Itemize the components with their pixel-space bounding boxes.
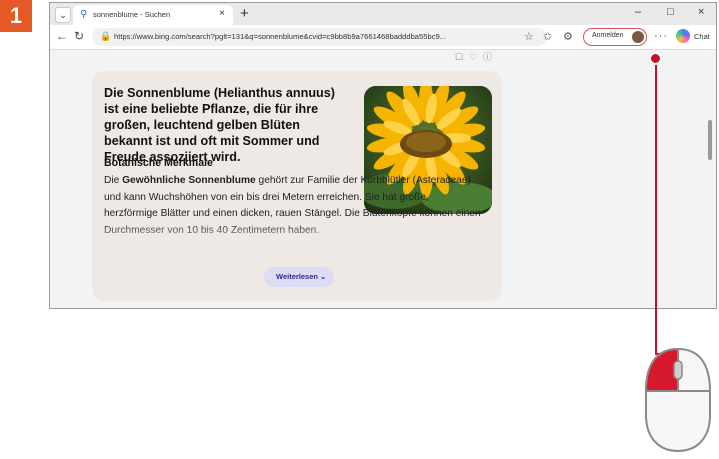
maximize-button[interactable]: □ — [667, 6, 674, 18]
avatar — [632, 31, 644, 43]
page-content: ☐♡ⓘ Die Sonnenblume (Helianthus annuus) … — [50, 50, 716, 308]
back-arrow-icon[interactable]: ← — [56, 29, 68, 43]
answer-card: Die Sonnenblume (Helianthus annuus) ist … — [92, 71, 502, 301]
card-headline: Die Sonnenblume (Helianthus annuus) ist … — [104, 86, 335, 164]
tab-bar: ⌄ ⚲ sonnenblume - Suchen × + – □ × — [50, 3, 716, 25]
scrollbar[interactable] — [708, 120, 712, 160]
section-title: Botanische Merkmale — [104, 157, 213, 169]
url-field[interactable]: 🔒 https://www.bing.com/search?pglt=131&q… — [92, 28, 547, 46]
browser-tab[interactable]: ⚲ sonnenblume - Suchen × — [73, 5, 233, 25]
reload-icon[interactable]: ↻ — [74, 29, 84, 43]
mouse-click-icon — [644, 347, 711, 453]
close-window-button[interactable]: × — [698, 6, 704, 18]
signin-button[interactable]: Anmelden — [583, 28, 647, 46]
read-more-label: Weiterlesen ⌄ — [276, 272, 327, 281]
text-fade-overlay — [92, 221, 502, 261]
lock-icon: 🔒 — [100, 31, 112, 41]
tab-close-icon[interactable]: × — [219, 8, 225, 19]
para-start: Die — [104, 175, 123, 186]
address-bar: ← ↻ 🔒 https://www.bing.com/search?pglt=1… — [50, 25, 716, 50]
para-highlight: Gewöhnliche Sonnenblume — [122, 175, 256, 186]
url-text: https://www.bing.com/search?pglt=131&q=s… — [114, 32, 447, 41]
search-icon: ⚲ — [80, 9, 88, 20]
browser-window: ⌄ ⚲ sonnenblume - Suchen × + – □ × ← ↻ 🔒… — [49, 2, 717, 309]
feedback-icons[interactable]: ☐♡ⓘ — [455, 50, 498, 63]
read-more-button[interactable]: Weiterlesen ⌄ — [264, 267, 334, 287]
more-options-button[interactable]: ··· — [654, 30, 668, 42]
signin-label: Anmelden — [592, 32, 624, 39]
step-number-badge: 1 — [0, 0, 32, 32]
minimize-button[interactable]: – — [635, 6, 641, 18]
tab-title: sonnenblume - Suchen — [93, 10, 171, 19]
extensions-icon[interactable]: ⚙ — [563, 30, 573, 43]
copilot-icon[interactable] — [676, 29, 690, 43]
tab-actions-button[interactable]: ⌄ — [55, 7, 71, 23]
favorite-star-icon[interactable]: ☆ — [524, 30, 534, 43]
favorites-list-icon[interactable]: ✩ — [543, 30, 552, 43]
pointer-line — [655, 60, 657, 355]
new-tab-button[interactable]: + — [240, 5, 249, 22]
pointer-dot — [649, 52, 662, 65]
chat-label[interactable]: Chat — [694, 32, 710, 41]
